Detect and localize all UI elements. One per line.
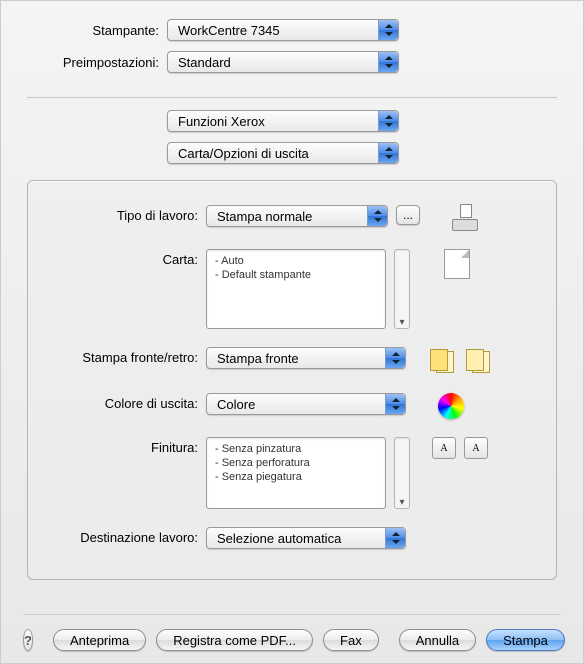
duplex-front-icon xyxy=(428,347,456,375)
destination-value: Selezione automatica xyxy=(217,531,341,546)
chevrons-icon xyxy=(385,528,405,548)
duplex-back-icon xyxy=(464,347,492,375)
chevrons-icon xyxy=(367,206,387,226)
pane-select[interactable]: Funzioni Xerox xyxy=(167,110,399,132)
finishing-scrollbar[interactable] xyxy=(394,437,410,509)
finishing-row: Finitura: - Senza pinzatura - Senza perf… xyxy=(46,437,538,509)
paper-row: Carta: - Auto - Default stampante xyxy=(46,249,538,329)
tile-label: A xyxy=(472,443,479,454)
button-label: Stampa xyxy=(503,633,548,648)
job-type-value: Stampa normale xyxy=(217,209,312,224)
duplex-label: Stampa fronte/retro: xyxy=(46,347,206,365)
color-wheel-icon xyxy=(438,393,464,419)
button-label: Annulla xyxy=(416,633,459,648)
chevrons-icon xyxy=(378,111,398,131)
divider xyxy=(27,97,557,98)
subpane-select[interactable]: Carta/Opzioni di uscita xyxy=(167,142,399,164)
duplex-value: Stampa fronte xyxy=(217,351,299,366)
options-panel: Tipo di lavoro: Stampa normale ... Carta… xyxy=(27,180,557,580)
fax-button[interactable]: Fax xyxy=(323,629,379,651)
cancel-button[interactable]: Annulla xyxy=(399,629,476,651)
paper-label: Carta: xyxy=(46,249,206,267)
presets-select-value: Standard xyxy=(178,55,231,70)
button-label: Fax xyxy=(340,633,362,648)
presets-select[interactable]: Standard xyxy=(167,51,399,73)
pane-selects: Funzioni Xerox Carta/Opzioni di uscita xyxy=(167,104,557,174)
pane-select-value: Funzioni Xerox xyxy=(178,114,265,129)
subpane-select-value: Carta/Opzioni di uscita xyxy=(178,146,309,161)
button-label: Anteprima xyxy=(70,633,129,648)
list-item[interactable]: - Default stampante xyxy=(213,268,379,282)
duplex-select[interactable]: Stampa fronte xyxy=(206,347,406,369)
chevrons-icon xyxy=(385,348,405,368)
ellipsis-label: ... xyxy=(403,208,413,222)
footer-divider xyxy=(23,614,561,615)
footer: ? Anteprima Registra come PDF... Fax Ann… xyxy=(1,614,583,651)
list-item[interactable]: - Auto xyxy=(213,254,379,268)
color-label: Colore di uscita: xyxy=(46,393,206,411)
printer-select-value: WorkCentre 7345 xyxy=(178,23,280,38)
printer-row: Stampante: WorkCentre 7345 xyxy=(27,19,557,41)
printer-select[interactable]: WorkCentre 7345 xyxy=(167,19,399,41)
finishing-label: Finitura: xyxy=(46,437,206,455)
chevrons-icon xyxy=(378,52,398,72)
list-item[interactable]: - Senza pinzatura xyxy=(213,442,379,456)
print-button[interactable]: Stampa xyxy=(486,629,565,651)
color-value: Colore xyxy=(217,397,255,412)
list-item[interactable]: - Senza piegatura xyxy=(213,470,379,484)
destination-select[interactable]: Selezione automatica xyxy=(206,527,406,549)
help-button[interactable]: ? xyxy=(23,629,33,651)
job-type-label: Tipo di lavoro: xyxy=(46,205,206,223)
paper-scrollbar[interactable] xyxy=(394,249,410,329)
chevrons-icon xyxy=(385,394,405,414)
preview-button[interactable]: Anteprima xyxy=(53,629,146,651)
duplex-row: Stampa fronte/retro: Stampa fronte xyxy=(46,347,538,375)
destination-row: Destinazione lavoro: Selezione automatic… xyxy=(46,527,538,549)
print-dialog: Stampante: WorkCentre 7345 Preimpostazio… xyxy=(0,0,584,664)
header-area: Stampante: WorkCentre 7345 Preimpostazio… xyxy=(1,1,583,91)
presets-row: Preimpostazioni: Standard xyxy=(27,51,557,73)
finishing-option-b[interactable]: A xyxy=(464,437,488,459)
job-type-more-button[interactable]: ... xyxy=(396,205,420,225)
printer-label: Stampante: xyxy=(27,23,167,38)
color-row: Colore di uscita: Colore xyxy=(46,393,538,419)
job-type-select[interactable]: Stampa normale xyxy=(206,205,388,227)
finishing-listbox[interactable]: - Senza pinzatura - Senza perforatura - … xyxy=(206,437,386,509)
color-select[interactable]: Colore xyxy=(206,393,406,415)
chevrons-icon xyxy=(378,143,398,163)
finishing-option-a[interactable]: A xyxy=(432,437,456,459)
paper-listbox[interactable]: - Auto - Default stampante xyxy=(206,249,386,329)
help-icon: ? xyxy=(24,633,32,648)
tile-label: A xyxy=(440,443,447,454)
button-row: ? Anteprima Registra come PDF... Fax Ann… xyxy=(23,629,561,651)
button-label: Registra come PDF... xyxy=(173,633,296,648)
destination-label: Destinazione lavoro: xyxy=(46,527,206,545)
save-pdf-button[interactable]: Registra come PDF... xyxy=(156,629,313,651)
list-item[interactable]: - Senza perforatura xyxy=(213,456,379,470)
presets-label: Preimpostazioni: xyxy=(27,55,167,70)
page-icon xyxy=(444,249,470,279)
job-type-row: Tipo di lavoro: Stampa normale ... xyxy=(46,205,538,231)
printer-icon xyxy=(452,205,480,231)
chevrons-icon xyxy=(378,20,398,40)
